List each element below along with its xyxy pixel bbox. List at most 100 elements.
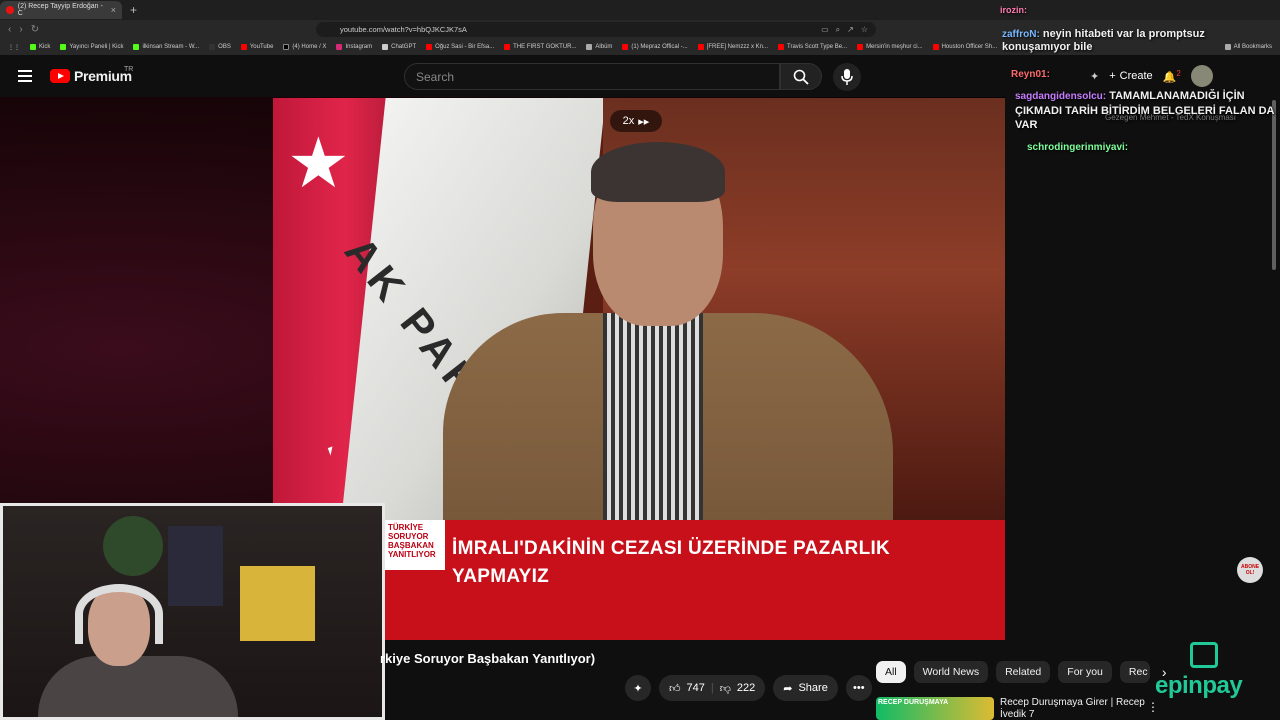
rec-more-icon[interactable]: ⋮ [1147,700,1159,714]
like-count: 747 [686,682,705,694]
caption-line-2: YAPMAYIZ [452,566,550,587]
speaker-shirt [603,313,703,533]
search-input[interactable]: Search [404,63,780,90]
chat-username: Reyn01: [1011,69,1050,80]
rec-title[interactable]: Recep Duruşmaya Girer | Recep İvedik 7 [1000,697,1145,720]
bookmark-item[interactable]: Kick [30,44,50,50]
chat-username: sagdangidensolcu: [1015,91,1107,102]
playback-speed-indicator: 2x ▸▸ [610,110,662,132]
epinpay-logo-icon [1190,642,1218,668]
chip-for-you[interactable]: For you [1058,661,1112,683]
fast-forward-icon: ▸▸ [638,115,650,128]
youtube-play-icon [50,69,70,83]
sponsor-logo: epinpay [1155,642,1265,702]
create-label: Create [1119,70,1153,82]
video-title: rkiye Soruyor Başbakan Yanıtlıyor) [380,651,596,666]
chat-username: irozin: [1000,5,1027,15]
wall-poster [168,526,223,606]
create-button[interactable]: + Create [1109,63,1152,89]
program-logo: TÜRKİYE SORUYOR BAŞBAKAN YANITLIYOR [385,520,445,570]
apps-icon[interactable]: ⋮⋮ [8,44,20,51]
sponsor-name: epinpay [1155,672,1243,699]
share-page-icon[interactable]: ↗ [847,25,854,35]
chip-related[interactable]: Related [996,661,1051,683]
bookmark-item[interactable]: THE FIRST GOKTUR... [504,44,576,50]
premium-gift-icon[interactable]: ✦ [1090,70,1099,83]
youtube-logo[interactable]: Premium TR [50,66,134,84]
more-actions-icon[interactable]: ••• [845,675,872,701]
rec-thumbnail[interactable]: RECEP DURUŞMAYA [876,697,994,720]
dislike-count: 222 [736,682,756,694]
spiderman-poster [240,566,315,641]
speaker-hair [591,142,725,202]
back-icon[interactable]: ‹ [8,24,11,35]
search-icon [793,69,809,85]
microphone-icon [841,69,853,85]
flag-star-icon: ★ [287,124,350,202]
plant [103,516,163,576]
bookmark-item[interactable]: Oğuz Sasi - Bir Efsa... [426,44,494,50]
forward-icon[interactable]: › [19,24,22,35]
bookmark-item[interactable]: ChatGPT [382,44,416,50]
chat-message: sagdangidensolcu: TAMAMLANAMADIĞI İÇİN Ç… [1015,89,1280,132]
chat-message: schrodingerinmiyavi: [1027,141,1128,153]
video-actions: ✦ 👍︎ 747 | 👎︎ 222 ➦ Share ••• [625,675,872,701]
chat-username: zaffroN: [1002,29,1040,40]
tab-title: (2) Recep Tayyip Erdoğan - C [17,3,103,17]
caption-line-1: İMRALI'DAKİNİN CEZASI ÜZERİNDE PAZARLIK [452,538,891,559]
chat-message: irozin: [1000,4,1250,17]
subscribe-watermark[interactable]: ABONE OL! [1237,557,1263,583]
chip-all[interactable]: All [876,661,906,683]
chip-world-news[interactable]: World News [913,661,989,683]
bookmark-item[interactable]: OBS [209,44,231,50]
zoom-icon[interactable]: ⌕ [836,25,840,35]
bookmark-item[interactable]: ilkinsan Stream - W... [133,44,199,50]
notification-count: 2 [1176,68,1181,78]
bookmark-item[interactable]: Yayıncı Paneli | Kick [60,44,123,50]
bookmark-item[interactable]: Mersin'in meşhur ci... [857,44,923,50]
recommended-video[interactable]: RECEP DURUŞMAYA Recep Duruşmaya Girer | … [876,697,1156,720]
address-bar[interactable]: youtube.com/watch?v=hbQJKCJK7sA ▭ ⌕ ↗ ☆ [316,22,876,37]
streamer-webcam [0,503,385,720]
youtube-favicon-icon [6,6,14,14]
speed-value: 2x [622,115,635,127]
avatar[interactable] [1190,65,1213,87]
chat-username: schrodingerinmiyavi: [1027,142,1129,153]
voice-search-button[interactable] [833,63,861,91]
secondary-column [1005,97,1280,640]
like-button[interactable]: 👍︎ 747 | 👎︎ 222 [659,675,766,701]
browser-tab[interactable]: (2) Recep Tayyip Erdoğan - C × [0,1,122,19]
search-button[interactable] [780,63,822,90]
bookmark-item[interactable]: (4) Home / X [283,44,326,50]
hamburger-menu-icon[interactable] [18,70,32,82]
plus-icon: + [1109,70,1116,82]
bookmark-item[interactable]: [FREE] Nemzzz x Kn... [697,44,768,50]
install-icon[interactable]: ▭ [821,25,829,35]
reload-icon[interactable]: ↻ [31,24,39,35]
bookmark-item[interactable]: YouTube [240,44,273,50]
share-label: Share [798,682,828,694]
header-actions: ✦ + Create 🔔2 [1090,63,1213,89]
new-tab-button[interactable]: + [130,3,137,17]
url-text: youtube.com/watch?v=hbQJKCJK7sA [340,25,467,34]
thumbs-up-icon: 👍︎ [669,682,681,695]
bookmark-star-icon[interactable]: ☆ [861,25,868,35]
overlay-talk-title: Gezegen Mehmet - TedX Konuşması [1105,113,1237,122]
headset [75,584,163,644]
chat-message: Reyn01: [1011,68,1050,80]
bookmark-item[interactable]: Instagram [336,44,372,50]
share-button[interactable]: ➦ Share [773,675,838,701]
country-code: TR [124,66,134,73]
bookmark-item[interactable]: Houston Officer Sh... [932,44,997,50]
bookmark-item[interactable]: (1) Mepraz Offical -... [622,44,688,50]
news-caption: İMRALI'DAKİNİN CEZASI ÜZERİNDE PAZARLIK … [452,535,992,591]
tab-close-icon[interactable]: × [111,5,116,15]
premium-download-icon[interactable]: ✦ [625,675,651,701]
chip-recent[interactable]: Rec [1119,661,1150,683]
thumbs-down-icon: 👎︎ [719,682,731,695]
notifications-icon[interactable]: 🔔2 [1163,69,1181,84]
share-icon: ➦ [783,682,793,695]
bookmark-item[interactable]: Travis Scott Type Be... [778,44,847,50]
chat-message: zaffroN: neyin hitabeti var la promptsuz… [1002,28,1242,54]
bookmark-folder[interactable]: Albüm [586,44,612,50]
